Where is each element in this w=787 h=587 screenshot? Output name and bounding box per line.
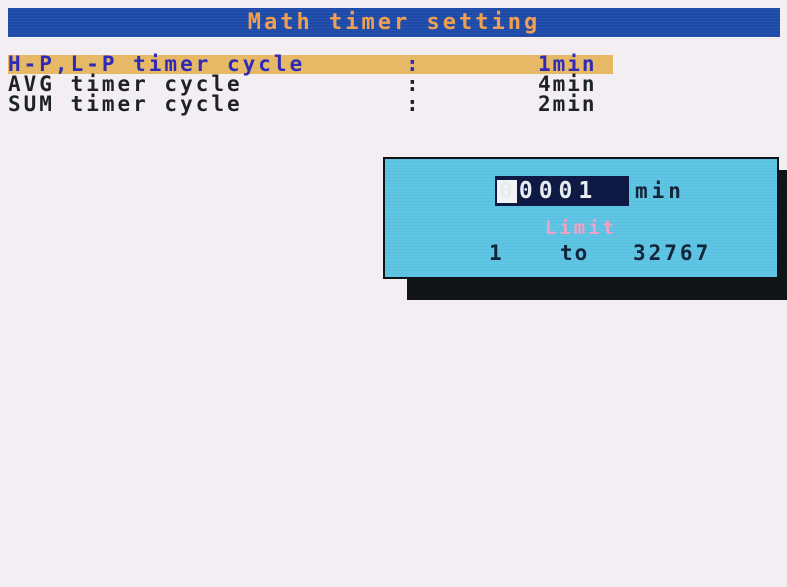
limit-to-label: to: [560, 241, 590, 265]
screen: Math timer setting H-P,L-P timer cycle :…: [0, 0, 787, 587]
timer-value-text: 00001: [499, 178, 599, 204]
title-bar: Math timer setting: [8, 8, 780, 37]
limit-max-value: 32767: [633, 241, 712, 265]
setting-row-sum-timer-cycle[interactable]: SUM timer cycle : 2min: [8, 92, 608, 116]
setting-label: SUM timer cycle: [8, 92, 243, 116]
setting-value: 2min: [538, 92, 597, 116]
limit-label: Limit: [544, 217, 618, 239]
setting-separator: :: [406, 92, 419, 116]
unit-label: min: [635, 179, 685, 203]
timer-value-input[interactable]: 00001: [495, 176, 629, 206]
page-title: Math timer setting: [247, 10, 541, 35]
value-entry-dialog: 00001 min Limit 1 to 32767: [383, 157, 779, 279]
limit-min-value: 1: [489, 241, 502, 265]
